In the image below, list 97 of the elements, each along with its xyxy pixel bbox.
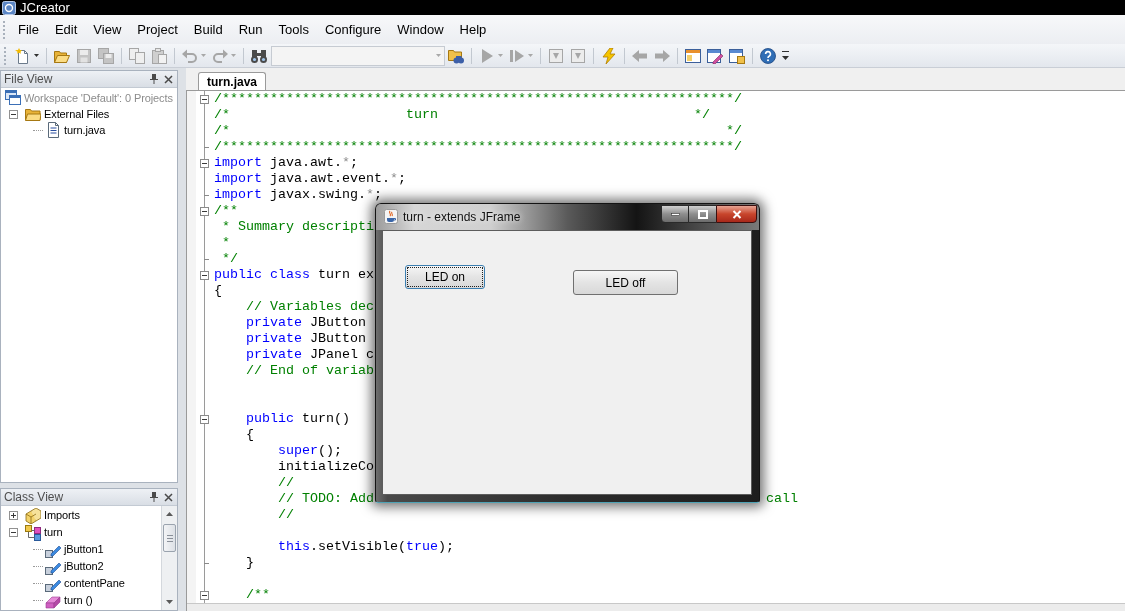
code-line: /****************************************************************/	[214, 91, 742, 107]
vertical-scrollbar[interactable]	[161, 506, 177, 610]
code-line: private JButton	[246, 331, 366, 347]
pin-icon[interactable]	[150, 74, 158, 84]
close-button[interactable]	[716, 205, 757, 223]
scroll-up-icon[interactable]	[166, 512, 173, 516]
collapse-icon[interactable]	[200, 270, 209, 280]
linked-squares-icon	[25, 524, 41, 541]
collapse-icon[interactable]	[200, 590, 209, 600]
close-icon[interactable]	[164, 74, 173, 84]
code-line: initializeCo	[278, 459, 374, 475]
code-line: public turn()	[246, 411, 350, 427]
lightning-icon[interactable]	[601, 47, 617, 64]
window-box-icon[interactable]	[729, 47, 745, 64]
horizontal-scrollbar[interactable]	[187, 603, 1125, 611]
menu-item[interactable]: Edit	[46, 20, 86, 39]
window-pencil-icon[interactable]	[707, 47, 723, 64]
minimize-icon[interactable]	[670, 212, 680, 216]
tree-item[interactable]: turn.java	[64, 121, 106, 139]
code-line: import javax.swing.*;	[214, 187, 382, 203]
code-line: private JButton	[246, 315, 366, 331]
code-line: call	[765, 491, 798, 507]
pin-icon[interactable]	[150, 492, 158, 502]
code-line: /****************************************************************/	[214, 139, 742, 155]
toolbar-overflow-icon[interactable]	[782, 50, 789, 61]
window-icon[interactable]	[685, 47, 701, 64]
code-line: /* turn */	[214, 107, 710, 123]
code-line: // Variables dec	[246, 299, 374, 315]
tree-item[interactable]: Workspace 'Default': 0 Projects	[24, 89, 173, 107]
code-line: private JPanel c	[246, 347, 374, 363]
app-logo-icon	[2, 0, 16, 15]
close-icon[interactable]	[164, 492, 173, 502]
help-icon[interactable]	[760, 47, 776, 64]
code-line: */	[222, 251, 238, 267]
stacked-windows-icon	[5, 90, 21, 106]
tree-item[interactable]: jButton2	[64, 558, 104, 575]
code-line: //	[278, 475, 294, 491]
code-line: public class turn ex	[214, 267, 374, 283]
minimize-button[interactable]	[661, 205, 689, 223]
code-line: import java.awt.*;	[214, 155, 358, 171]
code-line: //	[278, 507, 294, 523]
scrollbar-thumb[interactable]	[163, 524, 176, 552]
folder-icon	[25, 106, 41, 122]
tree-item[interactable]: turn	[44, 524, 63, 541]
code-line: {	[246, 427, 254, 443]
collapse-icon[interactable]	[200, 94, 209, 104]
tree-item[interactable]: turn ()	[64, 592, 93, 609]
menu-item[interactable]: Project	[129, 20, 186, 39]
code-line: // TODO: Add	[278, 491, 374, 507]
code-line: super();	[278, 443, 342, 459]
menu-item[interactable]: Run	[230, 20, 271, 39]
binoculars-icon[interactable]	[251, 47, 267, 64]
code-line: }	[246, 555, 254, 571]
collapse-icon[interactable]	[200, 158, 209, 168]
grip-icon[interactable]	[4, 46, 7, 65]
menu-item[interactable]: Window	[389, 20, 452, 39]
code-line: * Summary descripti	[222, 219, 374, 235]
menu-item[interactable]: View	[85, 20, 130, 39]
code-line: {	[214, 283, 222, 299]
panel-title: File View	[4, 72, 53, 86]
menu-item[interactable]: Build	[185, 20, 231, 39]
expand-icon[interactable]	[9, 511, 18, 520]
maximize-button[interactable]	[689, 205, 716, 223]
editor-tab[interactable]: turn.java	[198, 72, 266, 90]
menu-item[interactable]: Tools	[270, 20, 317, 39]
boxes-icon	[25, 507, 41, 524]
collapse-icon[interactable]	[9, 109, 18, 119]
window-button[interactable]: LED off	[573, 270, 678, 295]
code-line: // End of variab	[246, 363, 374, 379]
collapse-icon[interactable]	[200, 206, 209, 216]
code-line: /**	[214, 203, 238, 219]
tree-item[interactable]: External Files	[44, 105, 110, 123]
menu-item[interactable]: Configure	[316, 20, 390, 39]
folder-binoculars-icon[interactable]	[448, 47, 464, 64]
code-line: this.setVisible(true);	[278, 539, 454, 555]
document-icon	[45, 122, 61, 138]
menu-item[interactable]: Help	[451, 20, 495, 39]
new-file-icon[interactable]	[15, 47, 31, 64]
window-button[interactable]: LED on	[405, 265, 485, 289]
scroll-down-icon[interactable]	[166, 600, 173, 604]
coffee-cup-icon	[384, 209, 398, 224]
menu-item[interactable]: File	[10, 20, 47, 39]
code-line: /**	[246, 587, 270, 603]
grip-icon[interactable]	[3, 20, 6, 39]
window-title: turn - extends JFrame	[403, 209, 521, 224]
tree-item[interactable]: contentPane	[64, 575, 125, 592]
code-line: /* */	[214, 123, 742, 139]
maximize-icon[interactable]	[697, 209, 708, 219]
code-line: *	[222, 235, 230, 251]
tree-item[interactable]: Imports	[44, 507, 80, 524]
caret-down-icon[interactable]	[34, 54, 39, 57]
collapse-icon[interactable]	[200, 414, 209, 424]
collapse-icon[interactable]	[9, 528, 18, 537]
app-title: JCreator	[20, 0, 70, 15]
panel-title: Class View	[4, 490, 64, 504]
code-line: import java.awt.event.*;	[214, 171, 406, 187]
tree-item[interactable]: jButton1	[64, 541, 104, 558]
